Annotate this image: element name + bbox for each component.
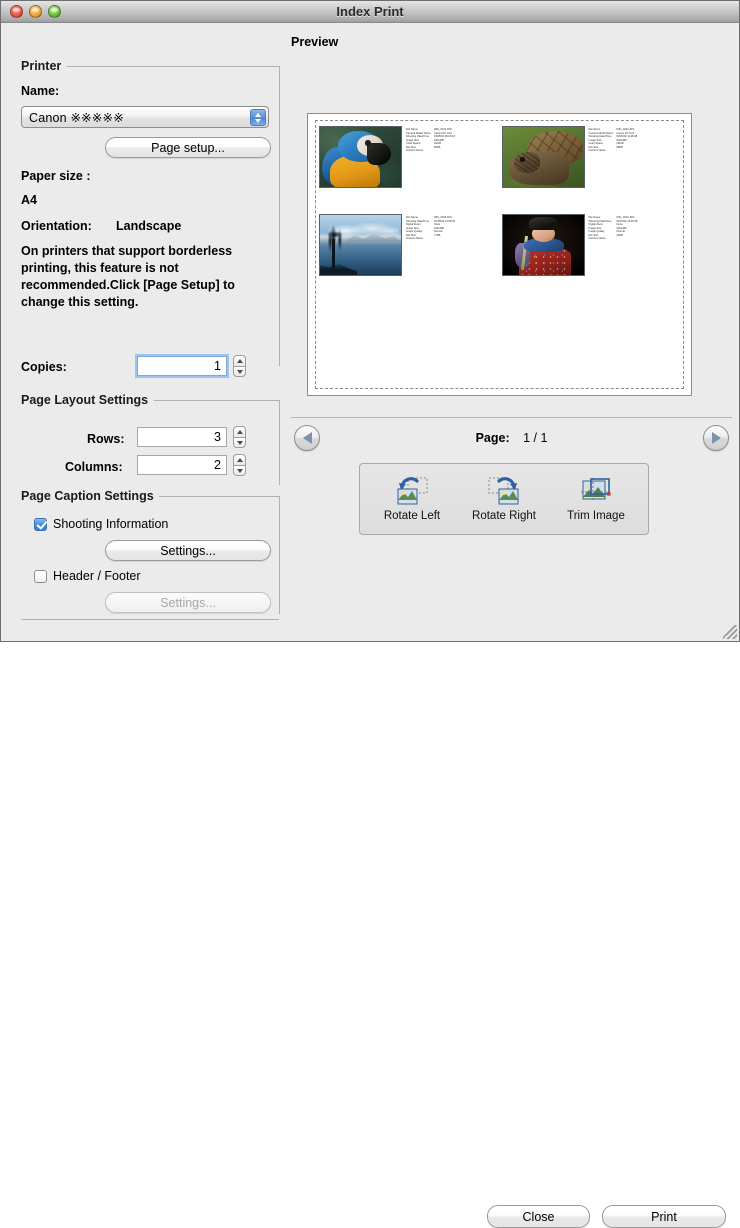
left-triangle-icon [302,432,312,444]
thumbnail-child[interactable] [501,214,585,277]
page-layout-group-rule [154,400,279,401]
preview-panel: Preview File Name IMG_0101.JPG Camera Mo… [286,23,739,641]
preview-title: Preview [291,35,339,49]
page-caption-group-rule [159,496,279,497]
page-navigation: Page: 1 / 1 [291,423,732,453]
rotate-left-label: Rotate Left [383,510,441,522]
window-titlebar: Index Print [1,1,739,23]
printer-group-label: Printer [21,59,62,73]
trim-image-icon [579,476,613,506]
paper-size-value: A4 [21,193,37,207]
rotate-right-button[interactable]: Rotate Right [460,476,548,522]
close-dialog-button[interactable]: Close [487,1205,590,1228]
page-setup-button[interactable]: Page setup... [105,137,271,158]
printer-group-rule [67,66,279,67]
columns-stepper[interactable] [233,454,246,476]
page-value: 1 / 1 [523,431,548,445]
window-controls [10,5,61,18]
page-indicator: Page: 1 / 1 [476,431,548,445]
thumbnail-metadata: File Name IMG_0102.JPG Camera Model Name C… [588,128,638,152]
copies-stepper-up[interactable] [233,355,246,366]
right-triangle-icon [711,432,721,444]
rows-input[interactable]: 3 [137,427,227,447]
header-footer-checkbox[interactable] [34,569,47,583]
settings-panel: Printer Name: Canon ※※※※※ Page setup... … [1,23,286,641]
index-print-window: Index Print Printer Name: Canon ※※※※※ Pa… [0,0,740,1228]
window-footer: Close Print [1,597,739,1228]
borderless-note: On printers that support borderless prin… [21,244,235,309]
preview-cell[interactable]: File Name IMG_0104.JPG Shooting Date/Time… [500,210,683,298]
preview-divider [291,417,732,418]
page-layout-rule-vertical [279,400,280,485]
page-layout-group-label: Page Layout Settings [21,393,149,407]
preview-cell-empty [500,299,683,387]
preview-cell[interactable]: File Name IMG_0101.JPG Camera Model Name C… [317,122,500,210]
preview-sheet[interactable]: File Name IMG_0101.JPG Camera Model Name C… [307,113,692,396]
thumbnail-lake[interactable] [319,214,402,277]
orientation-label: Orientation: [21,219,92,233]
rows-stepper[interactable] [233,426,246,448]
copies-stepper-down[interactable] [233,366,246,377]
columns-input[interactable]: 2 [137,455,227,475]
thumbnail-tortoise[interactable] [501,126,585,188]
thumbnail-metadata: File Name IMG_0104.JPG Shooting Date/Time… [588,216,638,241]
shooting-information-checkbox[interactable] [34,517,47,531]
trim-image-button[interactable]: Trim Image [552,476,640,522]
window-title: Index Print [336,4,404,19]
copies-input[interactable]: 1 [135,354,229,378]
printer-group-rule-vertical [279,66,280,366]
resize-grip[interactable] [723,625,737,639]
preview-cell[interactable]: File Name IMG_0102.JPG Camera Model Name C… [500,122,683,210]
rotate-right-icon [487,476,521,506]
columns-stepper-down[interactable] [233,465,246,476]
printer-name-label: Name: [21,84,60,98]
shooting-settings-button[interactable]: Settings... [105,540,271,561]
copies-stepper[interactable] [233,355,246,377]
print-button[interactable]: Print [602,1205,726,1228]
rows-stepper-up[interactable] [233,426,246,437]
image-tools-box: Rotate Left Rotate Right Trim Image [359,463,649,535]
columns-label: Columns: [65,460,123,474]
thumbnail-metadata: File Name IMG_0101.JPG Camera Model Name C… [406,128,455,152]
chevron-updown-icon [250,109,266,126]
page-caption-group-label: Page Caption Settings [21,489,154,503]
zoom-button[interactable] [48,5,61,18]
rotate-left-icon [395,476,429,506]
preview-cell-empty [317,299,500,387]
header-footer-checkbox-row[interactable]: Header / Footer [34,569,141,583]
window-body: Printer Name: Canon ※※※※※ Page setup... … [1,23,739,1228]
rotate-right-label: Rotate Right [472,510,536,522]
preview-cell[interactable]: File Name IMG_0103.JPG Shooting Date/Time… [317,210,500,298]
copies-label: Copies: [21,360,67,374]
orientation-value: Landscape [116,219,182,233]
rotate-left-button[interactable]: Rotate Left [368,476,456,522]
thumbnail-macaw[interactable] [319,126,402,188]
close-button[interactable] [10,5,23,18]
preview-grid: File Name IMG_0101.JPG Camera Model Name C… [317,122,682,387]
previous-page-button[interactable] [294,425,320,451]
shooting-information-checkbox-row[interactable]: Shooting Information [34,517,168,531]
trim-image-label: Trim Image [567,510,625,522]
next-page-button[interactable] [703,425,729,451]
thumbnail-metadata: File Name IMG_0103.JPG Shooting Date/Time… [406,216,455,241]
shooting-information-label: Shooting Information [53,517,169,531]
paper-size-label: Paper size : [21,169,91,183]
header-footer-label: Header / Footer [53,569,141,583]
minimize-button[interactable] [29,5,42,18]
columns-stepper-up[interactable] [233,454,246,465]
rows-stepper-down[interactable] [233,437,246,448]
printer-select[interactable]: Canon ※※※※※ [21,106,269,128]
rows-label: Rows: [87,432,125,446]
printer-select-value: Canon ※※※※※ [29,110,124,125]
page-label: Page: [475,431,510,445]
